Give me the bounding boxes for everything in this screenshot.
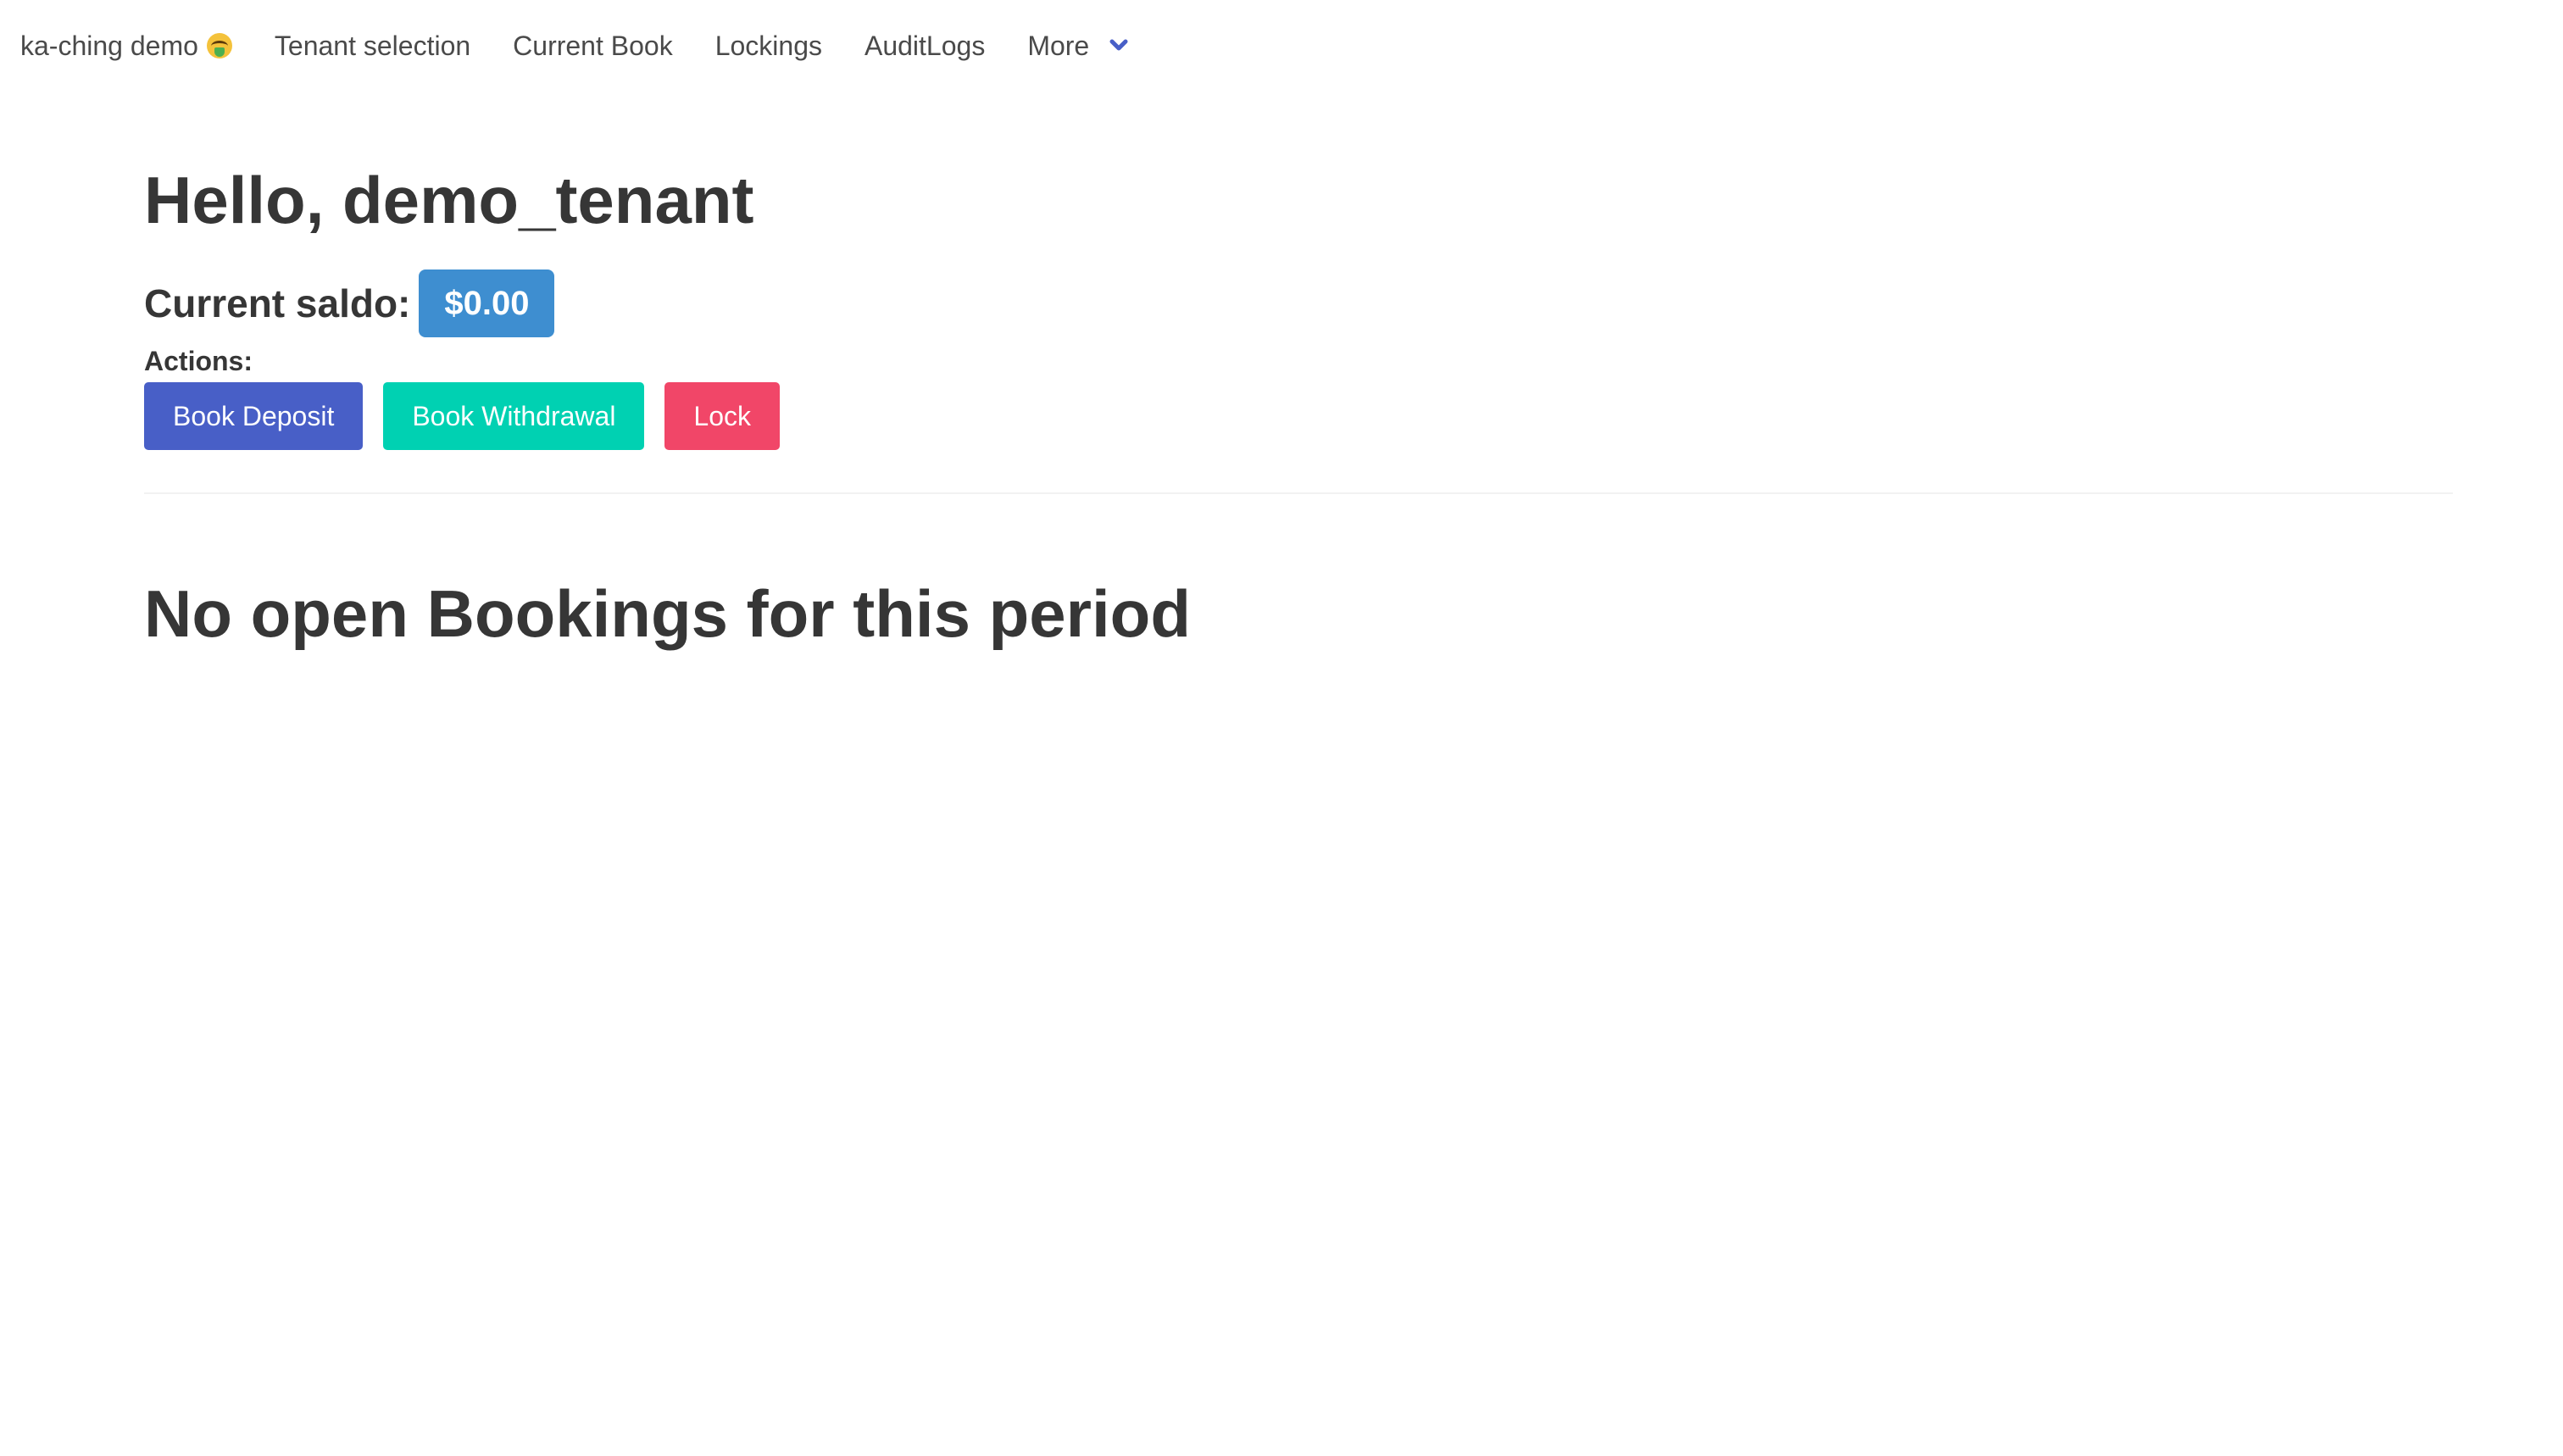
page-title: Hello, demo_tenant bbox=[144, 163, 754, 237]
chevron-down-icon bbox=[1109, 39, 1128, 51]
main-content: Hello, demo_tenant Current saldo: $0.00 … bbox=[144, 161, 2453, 707]
more-label: More bbox=[1027, 30, 1090, 61]
nav-item-lockings[interactable]: Lockings bbox=[715, 31, 822, 62]
top-navbar: ka-ching demo Tenant selection Current B… bbox=[0, 0, 2563, 92]
brand-link[interactable]: ka-ching demo bbox=[20, 31, 232, 62]
nav-item-more-dropdown[interactable]: More bbox=[1027, 31, 1131, 62]
empty-bookings-message: No open Bookings for this period bbox=[144, 575, 1191, 651]
nav-item-auditlogs[interactable]: AuditLogs bbox=[865, 31, 985, 62]
lock-button[interactable]: Lock bbox=[664, 381, 781, 450]
nav-item-tenant-selection[interactable]: Tenant selection bbox=[275, 31, 470, 62]
divider bbox=[144, 492, 2453, 494]
saldo-value-badge: $0.00 bbox=[419, 269, 555, 337]
saldo-label: Current saldo: bbox=[144, 281, 411, 325]
actions-label: Actions: bbox=[144, 345, 253, 376]
money-mouth-face-icon bbox=[206, 33, 232, 58]
book-withdrawal-button[interactable]: Book Withdrawal bbox=[383, 381, 645, 450]
book-deposit-button[interactable]: Book Deposit bbox=[144, 381, 364, 450]
actions-button-group: Book Deposit Book Withdrawal Lock bbox=[144, 381, 2453, 450]
brand-label: ka-ching demo bbox=[20, 30, 198, 61]
nav-item-current-book[interactable]: Current Book bbox=[513, 31, 673, 62]
saldo-row: Current saldo: $0.00 bbox=[144, 269, 2453, 337]
